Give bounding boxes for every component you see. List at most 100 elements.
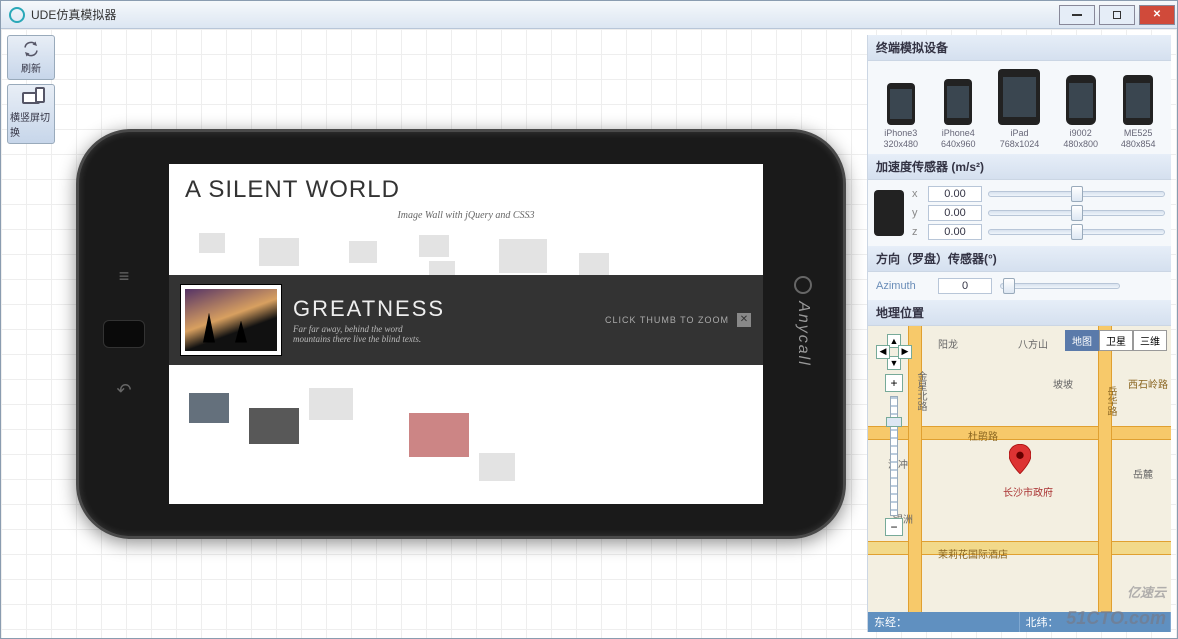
thumbnail[interactable] xyxy=(579,253,609,275)
place-label: 金星北路 xyxy=(913,371,928,411)
map-mode-3d[interactable]: 三维 xyxy=(1133,330,1167,351)
latitude-label: 北纬： xyxy=(1020,612,1172,632)
page-title: A SILENT WORLD xyxy=(185,176,747,204)
thumbnail[interactable] xyxy=(409,413,469,457)
feature-description: Far far away, behind the word mountains … xyxy=(293,324,433,344)
road-label: 西石岭路 xyxy=(1128,376,1168,391)
accel-x-row: x 0.00 xyxy=(912,186,1165,202)
map-footer: 东经： 北纬： xyxy=(868,612,1171,632)
pan-right-button[interactable]: ▶ xyxy=(898,345,912,359)
image-wall: GREATNESS Far far away, behind the word … xyxy=(169,233,763,493)
left-toolbar: 刷新 横竖屏切换 xyxy=(7,35,55,632)
accel-z-row: z 0.00 xyxy=(912,224,1165,240)
pan-left-button[interactable]: ◀ xyxy=(876,345,890,359)
rotate-button[interactable]: 横竖屏切换 xyxy=(7,84,55,144)
longitude-label: 东经： xyxy=(868,612,1020,632)
map-road xyxy=(1098,326,1112,632)
thumbnail[interactable] xyxy=(259,238,299,266)
feature-text: GREATNESS Far far away, behind the word … xyxy=(293,296,605,344)
thumbnail[interactable] xyxy=(419,235,449,257)
page-subtitle: Image Wall with jQuery and CSS3 xyxy=(185,210,747,221)
phone-icon xyxy=(944,79,972,125)
titlebar: UDE仿真模拟器 ✕ xyxy=(1,1,1177,29)
device-option-iphone3[interactable]: iPhone3320x480 xyxy=(883,83,918,150)
device-option-me525[interactable]: ME525480x854 xyxy=(1121,75,1156,150)
app-title: UDE仿真模拟器 xyxy=(31,6,1059,23)
accel-z-value[interactable]: 0.00 xyxy=(928,224,982,240)
device-hardware-left: ≡ ↶ xyxy=(79,266,169,402)
device-option-iphone4[interactable]: iPhone4640x960 xyxy=(941,79,976,150)
accel-x-value[interactable]: 0.00 xyxy=(928,186,982,202)
thumbnail[interactable] xyxy=(309,388,353,420)
azimuth-label: Azimuth xyxy=(876,280,930,292)
zoom-slider[interactable] xyxy=(890,396,898,516)
content-area: 刷新 横竖屏切换 ≡ ↶ A SILENT WORLD xyxy=(1,29,1177,638)
map-zoom-controls: ▲ ▼ ◀ ▶ + − xyxy=(876,334,912,538)
feature-close-icon[interactable]: ✕ xyxy=(737,313,751,327)
feature-image[interactable] xyxy=(181,285,281,355)
phone-icon xyxy=(1066,75,1096,125)
speaker-icon xyxy=(794,276,812,294)
simulator-canvas: ≡ ↶ A SILENT WORLD Image Wall with jQuer… xyxy=(61,35,861,632)
rotate-icon xyxy=(19,89,43,107)
device-brand-label: Anycall xyxy=(794,301,812,367)
place-label: 坡坡 xyxy=(1053,376,1073,391)
accel-y-slider[interactable] xyxy=(988,210,1165,216)
feature-overlay: GREATNESS Far far away, behind the word … xyxy=(169,275,763,365)
compass-header: 方向（罗盘）传感器(°) xyxy=(868,246,1171,272)
app-window: UDE仿真模拟器 ✕ 刷新 横竖屏切换 xyxy=(0,0,1178,639)
app-icon xyxy=(9,7,25,23)
accel-header: 加速度传感器 (m/s²) xyxy=(868,154,1171,180)
thumbnail[interactable] xyxy=(199,233,225,253)
compass-panel: Azimuth 0 xyxy=(868,272,1171,300)
map-mode-satellite[interactable]: 卫星 xyxy=(1099,330,1133,351)
devices-header: 终端模拟设备 xyxy=(868,35,1171,61)
map-marker-icon[interactable] xyxy=(1009,444,1031,479)
accel-y-row: y 0.00 xyxy=(912,205,1165,221)
home-hw-button[interactable] xyxy=(103,320,145,348)
menu-hw-button[interactable]: ≡ xyxy=(110,266,138,288)
azimuth-slider[interactable] xyxy=(1000,283,1120,289)
feature-title: GREATNESS xyxy=(293,296,605,322)
map-pan-control: ▲ ▼ ◀ ▶ xyxy=(876,334,912,370)
place-label: 茉莉花国际酒店 xyxy=(938,546,1008,561)
place-label: 长沙市政府 xyxy=(1003,484,1053,499)
thumbnail[interactable] xyxy=(249,408,299,444)
refresh-label: 刷新 xyxy=(21,60,41,75)
thumbnail[interactable] xyxy=(479,453,515,481)
phone-icon xyxy=(874,190,904,236)
accel-z-slider[interactable] xyxy=(988,229,1165,235)
close-button[interactable]: ✕ xyxy=(1139,5,1175,25)
thumbnail[interactable] xyxy=(499,239,547,273)
phone-icon xyxy=(887,83,915,125)
phone-icon xyxy=(1123,75,1153,125)
accel-panel: x 0.00 y 0.00 z 0.00 xyxy=(868,180,1171,246)
refresh-button[interactable]: 刷新 xyxy=(7,35,55,80)
maximize-button[interactable] xyxy=(1099,5,1135,25)
device-option-i9002[interactable]: i9002480x800 xyxy=(1063,75,1098,150)
minimize-button[interactable] xyxy=(1059,5,1095,25)
page-header: A SILENT WORLD Image Wall with jQuery an… xyxy=(169,164,763,233)
road-label: 杜鹃路 xyxy=(968,428,998,443)
device-screen[interactable]: A SILENT WORLD Image Wall with jQuery an… xyxy=(169,164,763,504)
zoom-out-button[interactable]: − xyxy=(885,518,903,536)
device-option-ipad[interactable]: iPad768x1024 xyxy=(998,69,1040,150)
geo-header: 地理位置 xyxy=(868,300,1171,326)
device-selector: iPhone3320x480 iPhone4640x960 iPad768x10… xyxy=(868,61,1171,154)
device-frame: ≡ ↶ A SILENT WORLD Image Wall with jQuer… xyxy=(76,129,846,539)
place-label: 八方山 xyxy=(1018,336,1048,351)
thumbnail[interactable] xyxy=(189,393,229,423)
azimuth-value[interactable]: 0 xyxy=(938,278,992,294)
accel-y-value[interactable]: 0.00 xyxy=(928,205,982,221)
zoom-in-button[interactable]: + xyxy=(885,374,903,392)
right-panel: 终端模拟设备 iPhone3320x480 iPhone4640x960 iPa… xyxy=(867,35,1171,632)
thumbnail[interactable] xyxy=(349,241,377,263)
accel-x-slider[interactable] xyxy=(988,191,1165,197)
map-mode-map[interactable]: 地图 xyxy=(1065,330,1099,351)
road-label: 岳华路 xyxy=(1103,386,1118,416)
map-mode-buttons: 地图 卫星 三维 xyxy=(1065,330,1167,351)
map-view[interactable]: 杜鹃路 岳华路 西石岭路 茉莉花国际酒店 金星北路 八方山 阳龙 坡坡 泥冲 岳… xyxy=(868,326,1171,632)
place-label: 岳麓 xyxy=(1133,466,1153,481)
back-hw-button[interactable]: ↶ xyxy=(110,380,138,402)
tablet-icon xyxy=(998,69,1040,125)
